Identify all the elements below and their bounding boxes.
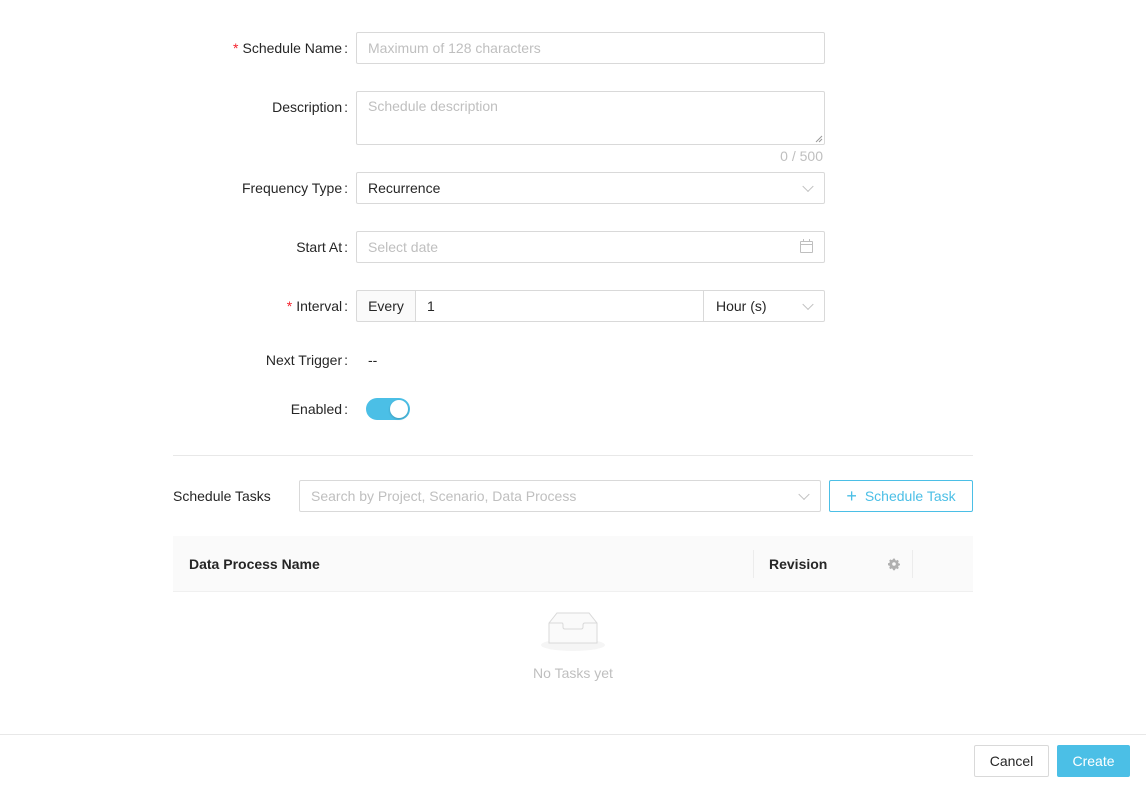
tasks-table-header: Data Process Name Revision — [173, 536, 973, 592]
column-header-data-process-name[interactable]: Data Process Name — [189, 536, 320, 592]
calendar-icon — [800, 239, 813, 253]
description-char-counter: 0 / 500 — [780, 148, 823, 164]
plus-icon: + — [846, 486, 857, 506]
schedule-name-placeholder: Maximum of 128 characters — [368, 40, 541, 56]
task-search-select[interactable]: Search by Project, Scenario, Data Proces… — [299, 480, 821, 512]
enabled-label: Enabled: — [290, 401, 348, 417]
modal-footer: Cancel Create — [0, 734, 1146, 786]
interval-unit-select[interactable]: Hour (s) — [704, 290, 825, 322]
empty-state-text: No Tasks yet — [533, 665, 613, 681]
interval-input-group: Every 1 Hour (s) — [356, 290, 825, 322]
start-at-datepicker[interactable]: Select date — [356, 231, 825, 263]
description-textarea[interactable]: Schedule description — [356, 91, 825, 145]
column-separator — [912, 550, 913, 578]
section-divider — [173, 455, 973, 456]
start-at-label: Start At: — [296, 239, 348, 255]
create-button[interactable]: Create — [1057, 745, 1130, 777]
frequency-type-label: Frequency Type: — [241, 180, 348, 196]
chevron-down-icon — [798, 488, 810, 501]
schedule-tasks-label: Schedule Tasks — [173, 488, 271, 504]
required-mark: * — [233, 40, 239, 56]
column-separator — [753, 550, 754, 578]
next-trigger-value: -- — [368, 352, 378, 368]
schedule-name-label: * Schedule Name: — [233, 40, 348, 56]
schedule-name-input[interactable]: Maximum of 128 characters — [356, 32, 825, 64]
task-search-placeholder: Search by Project, Scenario, Data Proces… — [311, 488, 577, 504]
frequency-type-select[interactable]: Recurrence — [356, 172, 825, 204]
description-label: Description: — [272, 99, 348, 115]
start-at-placeholder: Select date — [368, 239, 439, 255]
frequency-type-value: Recurrence — [368, 180, 441, 196]
interval-prefix: Every — [356, 290, 415, 322]
required-mark: * — [286, 298, 293, 314]
add-schedule-task-button[interactable]: + Schedule Task — [829, 480, 973, 512]
next-trigger-label: Next Trigger: — [265, 352, 348, 368]
description-placeholder: Schedule description — [368, 98, 498, 114]
chevron-down-icon — [802, 180, 814, 193]
interval-value-input[interactable]: 1 — [415, 290, 704, 322]
chevron-down-icon — [802, 298, 814, 311]
resize-handle-icon[interactable] — [815, 135, 823, 143]
interval-label: * Interval: — [286, 298, 348, 314]
tasks-empty-state: No Tasks yet — [523, 605, 623, 681]
enabled-toggle[interactable] — [366, 398, 410, 420]
toggle-knob — [390, 400, 408, 418]
empty-inbox-icon — [541, 612, 605, 651]
column-header-revision[interactable]: Revision — [769, 536, 827, 592]
cancel-button[interactable]: Cancel — [974, 745, 1049, 777]
gear-icon[interactable] — [887, 557, 901, 571]
